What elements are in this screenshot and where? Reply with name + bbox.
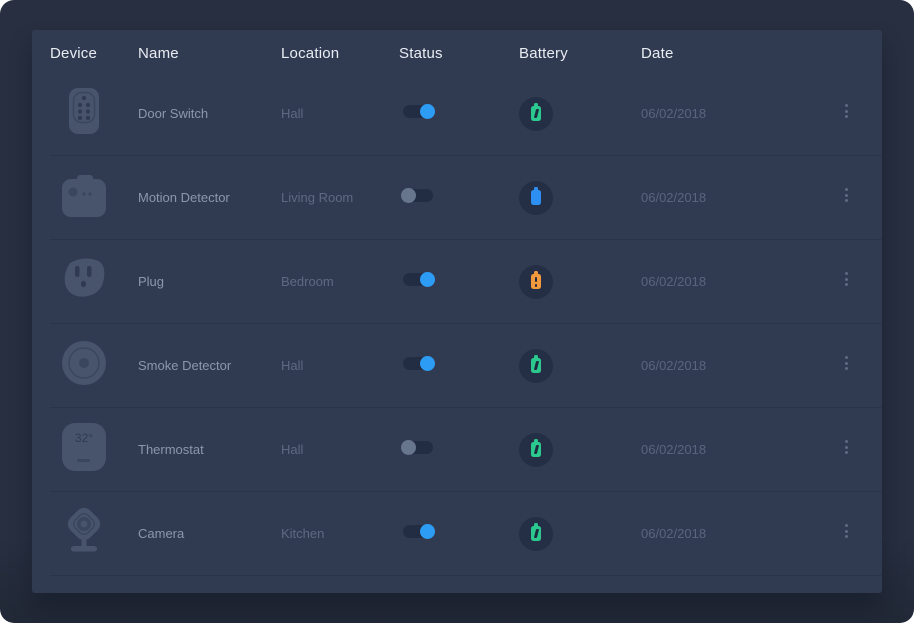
status-toggle[interactable] [403,441,433,454]
device-location: Living Room [281,190,399,205]
status-toggle[interactable] [403,273,433,286]
battery-indicator [519,433,553,467]
column-header-name: Name [138,45,281,62]
table-row: Motion Detector Living Room 06/02/2018 [50,156,882,240]
table-row: Camera Kitchen 06/02/2018 [50,492,882,576]
camera-icon [60,505,108,557]
status-toggle[interactable] [403,357,433,370]
device-date: 06/02/2018 [641,442,824,457]
device-name: Thermostat [138,442,281,457]
kebab-menu-icon[interactable] [837,266,856,293]
battery-indicator [519,97,553,131]
device-table: Device Name Location Status Battery Date… [32,30,882,593]
device-date: 06/02/2018 [641,190,824,205]
remote-icon [60,85,108,137]
battery-indicator [519,349,553,383]
motion-detector-icon [60,169,108,221]
device-name: Door Switch [138,106,281,121]
device-location: Hall [281,106,399,121]
kebab-menu-icon[interactable] [837,182,856,209]
battery-indicator [519,517,553,551]
table-row: Smoke Detector Hall 06/02/2018 [50,324,882,408]
battery-indicator [519,265,553,299]
device-date: 06/02/2018 [641,358,824,373]
kebab-menu-icon[interactable] [837,350,856,377]
table-row: Door Switch Hall 06/02/2018 [50,72,882,156]
table-row: 32° Thermostat Hall 06/02/2018 [50,408,882,492]
column-header-location: Location [281,45,399,62]
plug-icon [60,253,108,305]
smart-home-dashboard: Device Name Location Status Battery Date… [0,0,914,623]
kebab-menu-icon[interactable] [837,98,856,125]
device-date: 06/02/2018 [641,106,824,121]
device-name: Motion Detector [138,190,281,205]
battery-indicator [519,181,553,215]
status-toggle[interactable] [403,525,433,538]
device-location: Hall [281,442,399,457]
thermostat-icon: 32° [60,421,108,473]
column-header-battery: Battery [519,45,641,62]
device-location: Hall [281,358,399,373]
table-row: Plug Bedroom 06/02/2018 [50,240,882,324]
table-header: Device Name Location Status Battery Date [50,30,882,72]
thermostat-temp: 32° [75,431,93,445]
smoke-detector-icon [60,337,108,389]
status-toggle[interactable] [403,105,433,118]
column-header-status: Status [399,45,519,62]
status-toggle[interactable] [403,189,433,202]
device-name: Camera [138,526,281,541]
kebab-menu-icon[interactable] [837,434,856,461]
device-name: Smoke Detector [138,358,281,373]
device-name: Plug [138,274,281,289]
kebab-menu-icon[interactable] [837,518,856,545]
device-location: Bedroom [281,274,399,289]
device-location: Kitchen [281,526,399,541]
device-date: 06/02/2018 [641,526,824,541]
device-date: 06/02/2018 [641,274,824,289]
column-header-date: Date [641,45,824,62]
column-header-device: Device [50,45,138,62]
